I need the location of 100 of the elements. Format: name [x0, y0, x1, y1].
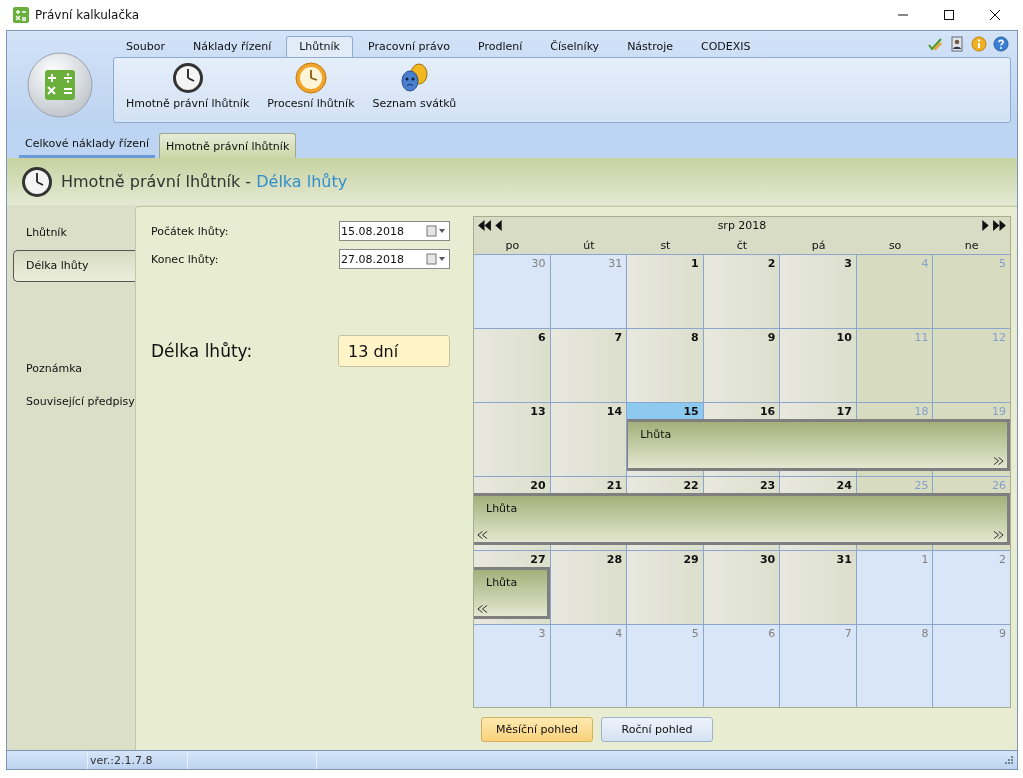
day-cell[interactable]: 27 Lhůta [474, 551, 551, 624]
day-cell[interactable]: 24 [780, 477, 857, 550]
nav-item[interactable]: Lhůtník [13, 217, 135, 249]
day-cell[interactable]: 8 [627, 329, 704, 402]
day-number: 28 [605, 552, 624, 567]
day-cell[interactable]: 20 Lhůta [474, 477, 551, 550]
result-value: 13 dní [338, 335, 450, 367]
weekday-label: st [659, 239, 672, 254]
day-cell[interactable]: 28 [550, 551, 628, 624]
day-cell[interactable]: 10 [780, 329, 857, 402]
ribbon-tab[interactable]: Číselníky [537, 36, 613, 57]
resize-grip-icon[interactable] [1004, 755, 1014, 765]
page-subtitle: Délka lhůty [256, 172, 348, 191]
ribbon-tab[interactable]: Nástroje [614, 36, 686, 57]
ribbon-tab[interactable]: Náklady řízení [179, 36, 285, 57]
day-number: 31 [607, 256, 624, 271]
day-cell[interactable]: 31 [780, 551, 857, 624]
view-button[interactable]: Roční pohled [601, 717, 713, 742]
alarm-clock-icon [294, 62, 327, 94]
next-icon[interactable] [982, 220, 989, 231]
day-cell[interactable]: 29 [627, 551, 704, 624]
day-cell[interactable]: 30 [703, 551, 781, 624]
event-bar[interactable] [933, 493, 1010, 545]
continues-right-icon [993, 531, 1004, 539]
ribbon-tab[interactable]: Lhůtník [286, 36, 353, 57]
last-page-icon[interactable] [993, 220, 1006, 231]
day-cell[interactable]: 6 [474, 329, 551, 402]
nav-item[interactable]: Poznámka [13, 353, 135, 385]
clock-icon [171, 62, 204, 94]
event-bar[interactable]: Lhůta [474, 567, 550, 619]
event-bar[interactable]: Lhůta [627, 419, 704, 471]
day-number: 1 [920, 552, 930, 567]
result-label: Délka lhůty: [151, 341, 253, 361]
day-cell[interactable]: 9 [703, 329, 781, 402]
day-cell[interactable]: 16 [703, 403, 781, 476]
day-number: 16 [758, 404, 777, 419]
day-cell[interactable]: 23 [703, 477, 781, 550]
ribbon-button[interactable]: Seznam svátků [368, 58, 461, 122]
help-icon[interactable] [993, 36, 1009, 52]
window-title: Právní kalkulačka [35, 8, 140, 22]
calculator-logo-icon[interactable] [27, 52, 93, 118]
day-number: 3 [843, 256, 853, 271]
close-icon[interactable] [989, 9, 1001, 21]
day-cell[interactable]: 13 [474, 403, 551, 476]
ribbon-button[interactable]: Hmotně právní lhůtník [122, 58, 254, 122]
day-number: 12 [991, 330, 1007, 345]
day-cell[interactable]: 1 [627, 255, 704, 328]
day-number: 24 [835, 478, 853, 493]
date-field[interactable]: 27.08.2018 [339, 249, 450, 269]
day-number: 20 [529, 478, 547, 493]
day-number: 7 [843, 626, 853, 641]
document-tab[interactable]: Hmotně právní lhůtník [159, 133, 297, 158]
day-number: 13 [529, 404, 547, 419]
date-field[interactable]: 15.08.2018 [339, 221, 450, 241]
day-number: 19 [991, 404, 1007, 419]
page-title: Hmotně právní lhůtník - [61, 172, 253, 191]
day-cell[interactable]: 7 [550, 329, 628, 402]
person-document-icon[interactable] [949, 36, 965, 52]
day-cell[interactable]: 17 [780, 403, 857, 476]
ribbon-tab[interactable]: Prodlení [465, 36, 536, 57]
event-bar[interactable]: Lhůta [474, 493, 551, 545]
day-number: 1 [690, 256, 700, 271]
ribbon-button[interactable]: Procesní lhůtník [263, 58, 359, 122]
previous-icon[interactable] [495, 220, 502, 231]
continues-left-icon [477, 605, 488, 613]
day-number: 4 [614, 626, 624, 641]
calendar-dropdown-icon[interactable] [426, 253, 446, 265]
event-bar[interactable] [933, 419, 1010, 471]
day-number: 14 [605, 404, 624, 419]
pencil-check-icon[interactable] [927, 36, 943, 52]
nav-item[interactable]: Související předpisy [13, 386, 135, 418]
weekday-label: pá [810, 239, 827, 254]
day-number: 21 [605, 478, 624, 493]
day-number: 5 [998, 256, 1007, 271]
first-page-icon[interactable] [478, 220, 491, 231]
day-number: 30 [530, 256, 547, 271]
day-cell[interactable]: 3 [780, 255, 857, 328]
day-cell[interactable]: 2 [703, 255, 781, 328]
day-cell[interactable]: 15 Lhůta [627, 403, 704, 476]
day-number: 31 [835, 552, 853, 567]
weekday-label: čt [735, 239, 749, 254]
nav-item[interactable]: Délka lhůty [13, 250, 135, 282]
day-cell[interactable]: 22 [627, 477, 704, 550]
theater-masks-icon [398, 62, 431, 94]
ribbon-tab[interactable]: CODEXIS [688, 36, 764, 57]
ribbon-tab[interactable]: Pracovní právo [355, 36, 463, 57]
day-number: 25 [913, 478, 930, 493]
calendar-dropdown-icon[interactable] [426, 225, 446, 237]
maximize-icon[interactable] [943, 9, 955, 21]
day-number: 9 [766, 330, 777, 345]
day-number: 11 [913, 330, 930, 345]
app-icon [13, 7, 29, 23]
day-cell[interactable]: 21 [550, 477, 628, 550]
info-icon[interactable] [971, 36, 987, 52]
day-number: 7 [613, 330, 624, 345]
field-label: Konec lhůty: [151, 252, 219, 266]
day-number: 30 [758, 552, 777, 567]
day-cell[interactable]: 14 [550, 403, 628, 476]
ribbon-tab[interactable]: Soubor [113, 36, 178, 57]
view-button[interactable]: Měsíční pohled [481, 717, 593, 742]
